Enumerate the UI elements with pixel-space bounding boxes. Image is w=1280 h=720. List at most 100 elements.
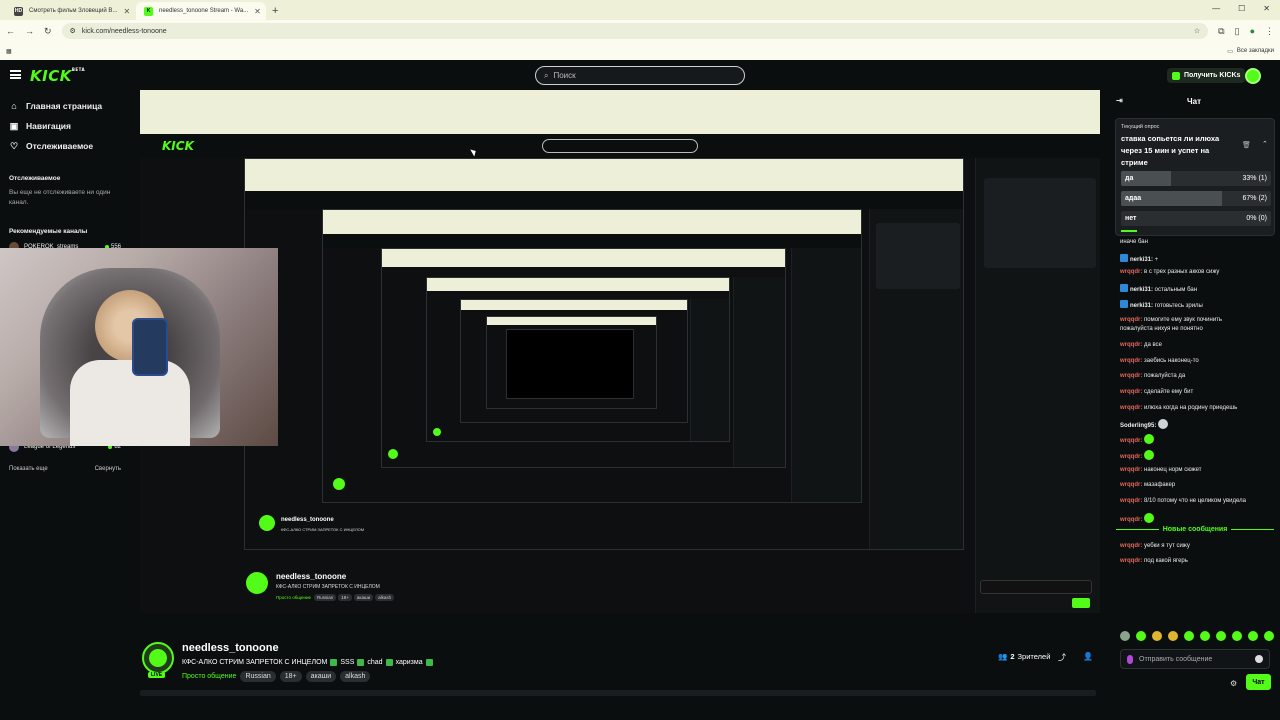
sidebar-item-browse[interactable]: ▣ Навигация: [9, 121, 71, 132]
chat-username[interactable]: wrqqdr:: [1120, 517, 1142, 523]
sidebar-item-home[interactable]: ⌂ Главная страница: [9, 101, 102, 111]
sidebar-item-following[interactable]: ♡ Отслеживаемое: [9, 141, 93, 152]
search-input[interactable]: ⌕ Поиск: [535, 66, 745, 85]
captured-chat: [869, 209, 963, 549]
chat-username[interactable]: wrqqdr:: [1120, 482, 1142, 488]
chat-message: иначе бан: [1120, 238, 1148, 246]
all-bookmarks-label: Все закладки: [1236, 48, 1274, 54]
microphone-icon[interactable]: [1127, 654, 1133, 664]
emote-icon[interactable]: [1120, 631, 1130, 641]
kick-logo[interactable]: KICKBETA: [30, 67, 85, 85]
emote-icon[interactable]: [1184, 631, 1194, 641]
tag-chip[interactable]: Russian: [240, 671, 276, 682]
profile-icon[interactable]: ●: [1250, 26, 1255, 36]
chat-message: wrqqdr: помогите ему звук починить: [1120, 316, 1222, 324]
tag-chip[interactable]: 18+: [279, 671, 302, 682]
poll-label: Текущий опрос: [1121, 124, 1160, 130]
chat-username[interactable]: nerki31:: [1130, 303, 1153, 309]
minimize-icon[interactable]: —: [1212, 4, 1220, 13]
chat-username[interactable]: wrqqdr:: [1120, 543, 1142, 549]
folder-icon: ▭: [1227, 48, 1233, 55]
emote-icon[interactable]: [1248, 631, 1258, 641]
chevron-up-icon[interactable]: ⌃: [1262, 140, 1268, 148]
back-icon[interactable]: ←: [6, 26, 15, 36]
get-kicks-button[interactable]: Получить KICKs: [1167, 68, 1246, 83]
poll-option[interactable]: нет 0% (0): [1121, 211, 1271, 226]
menu-dots-icon[interactable]: ⋮: [1265, 26, 1274, 37]
chat-username[interactable]: wrqqdr:: [1120, 454, 1142, 460]
maximize-icon[interactable]: ☐: [1238, 4, 1245, 13]
emote-icon[interactable]: [1264, 631, 1274, 641]
chat-username[interactable]: wrqqdr:: [1120, 358, 1142, 364]
poll-option[interactable]: да 33% (1): [1121, 171, 1271, 186]
sidepanel-icon[interactable]: ▯: [1235, 26, 1240, 37]
chat-settings-icon[interactable]: ⚙: [1230, 679, 1237, 688]
chat-username[interactable]: wrqqdr:: [1120, 373, 1142, 379]
chat-emote-icon: [1158, 419, 1169, 429]
new-messages-label: Новые сообщения: [1162, 526, 1228, 533]
video-player[interactable]: KICK needless_tonoone КФС-АЛКО СТРИМ ЗАП…: [140, 90, 1100, 613]
collapse-link[interactable]: Свернуть: [95, 466, 121, 472]
chat-username[interactable]: wrqqdr:: [1120, 405, 1142, 411]
reload-icon[interactable]: ↻: [44, 26, 52, 37]
sidebar-footer: Показать еще Свернуть: [9, 466, 121, 472]
chat-username[interactable]: nerki31:: [1130, 287, 1153, 293]
chat-message: пожалуйста нихуя не понятно: [1120, 325, 1203, 333]
emote-icon[interactable]: [1168, 631, 1178, 641]
follow-icon[interactable]: 👤: [1083, 652, 1093, 661]
chat-username[interactable]: wrqqdr:: [1120, 342, 1142, 348]
chat-message-input[interactable]: Отправить сообщение: [1120, 649, 1270, 669]
emote-icon[interactable]: [1136, 631, 1146, 641]
chat-username[interactable]: wrqqdr:: [1120, 467, 1142, 473]
tag-chip[interactable]: alkash: [340, 671, 371, 682]
chat-username[interactable]: wrqqdr:: [1120, 558, 1142, 564]
captured-chat: [690, 299, 729, 441]
chat-username[interactable]: nerki31:: [1130, 257, 1153, 263]
show-more-link[interactable]: Показать еще: [9, 466, 48, 472]
share-icon[interactable]: ⤴: [1058, 652, 1066, 663]
extensions-icon[interactable]: ⧉: [1218, 26, 1224, 37]
category-link[interactable]: Просто общение: [182, 673, 236, 680]
forward-icon[interactable]: →: [25, 26, 34, 36]
apps-grid-icon[interactable]: ▦: [6, 48, 12, 55]
chat-username[interactable]: Soderling95:: [1120, 423, 1156, 429]
hamburger-menu-icon[interactable]: [10, 70, 21, 79]
close-tab-icon[interactable]: ✕: [123, 7, 130, 16]
captured-screen-level-8: [506, 329, 634, 399]
emoji-picker-icon[interactable]: [1255, 655, 1263, 663]
chat-username[interactable]: wrqqdr:: [1120, 438, 1142, 444]
chat-username[interactable]: wrqqdr:: [1120, 317, 1142, 323]
browser-tab-1[interactable]: HD Смотреть фильм Зловещий В... ✕: [6, 2, 136, 20]
chat-message: wrqqdr: мазафакер: [1120, 481, 1175, 489]
emote-icon[interactable]: [1200, 631, 1210, 641]
collapse-chat-icon[interactable]: ⇥: [1116, 96, 1123, 105]
site-info-icon[interactable]: ⚙: [70, 27, 76, 35]
tag-chip[interactable]: акаши: [305, 671, 337, 682]
captured-browser-chrome: [382, 249, 785, 267]
chat-message: wrqqdr: сделайте ему бит: [1120, 388, 1193, 396]
all-bookmarks[interactable]: ▭ Все закладки: [1227, 48, 1274, 55]
captured-tag: alkash: [375, 594, 395, 601]
chat-username[interactable]: wrqqdr:: [1120, 498, 1142, 504]
emote-icon[interactable]: [1232, 631, 1242, 641]
new-messages-divider[interactable]: Новые сообщения: [1116, 526, 1274, 533]
captured-screen: KICK needless_tonoone КФС-АЛКО СТРИМ ЗАП…: [140, 90, 1100, 613]
chat-username[interactable]: wrqqdr:: [1120, 389, 1142, 395]
trash-icon[interactable]: 🗑: [1242, 141, 1251, 149]
chat-username[interactable]: wrqqdr:: [1120, 269, 1142, 275]
address-bar[interactable]: ⚙ kick.com/needless-tonoone ☆: [61, 23, 1209, 39]
channel-avatar[interactable]: [142, 642, 174, 674]
bookmark-star-icon[interactable]: ☆: [1194, 27, 1200, 35]
emote-icon[interactable]: [1216, 631, 1226, 641]
close-window-icon[interactable]: ✕: [1263, 4, 1270, 13]
close-tab-icon[interactable]: ✕: [254, 7, 261, 16]
captured-screen-level-7: [486, 316, 657, 409]
emote-icon[interactable]: [1152, 631, 1162, 641]
chat-send-button[interactable]: Чат: [1246, 674, 1271, 690]
browser-tab-2[interactable]: K needless_tonoone Stream - Wa... ✕: [136, 2, 266, 20]
user-avatar[interactable]: [1245, 68, 1261, 84]
poll-option[interactable]: адаа 67% (2): [1121, 191, 1271, 206]
channel-name[interactable]: needless_tonoone: [182, 642, 279, 654]
chat-message: wrqqdr: наконец норм сюжет: [1120, 466, 1202, 474]
new-tab-icon[interactable]: +: [266, 2, 284, 20]
